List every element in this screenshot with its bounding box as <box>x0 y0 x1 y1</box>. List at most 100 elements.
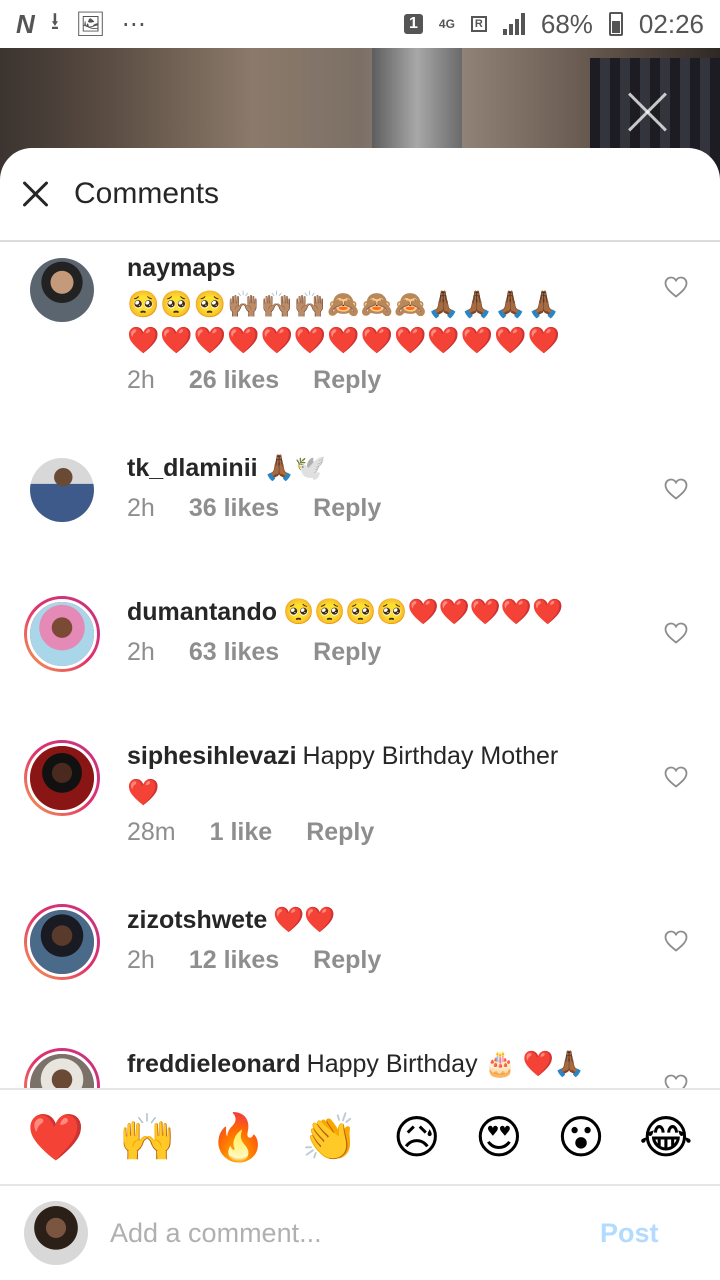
comment-time: 2h <box>127 366 155 394</box>
comment-meta: 2h 63 likes Reply <box>127 638 627 667</box>
fire-reaction-icon[interactable]: 🔥 <box>210 1114 267 1160</box>
heart-eyes-reaction-icon[interactable]: 😍 <box>475 1114 523 1160</box>
avatar-image <box>30 602 94 666</box>
surprised-reaction-icon[interactable]: 😮 <box>557 1114 605 1160</box>
comment-body: tk_dlaminii 🙏🏾🕊️ 2h 36 likes Reply <box>127 450 627 523</box>
comment-content: Happy Birthday Mother <box>302 742 559 770</box>
image-icon: 🖼 <box>75 10 106 38</box>
comment-time: 28m <box>127 818 176 846</box>
comment-emoji-line: 🥺🥺🥺🙌🏽🙌🏽🙌🏽🙈🙈🙈🙏🏾🙏🏾🙏🏾🙏🏾 <box>127 289 561 319</box>
like-heart-icon[interactable] <box>664 766 688 788</box>
comment-content: 🙏🏾🕊️ <box>263 454 326 482</box>
video-close-icon[interactable] <box>626 90 670 134</box>
comment-meta: 2h 36 likes Reply <box>127 494 627 523</box>
comment-time: 2h <box>127 494 155 522</box>
close-icon[interactable] <box>22 180 50 208</box>
comment-body: siphesihlevazi Happy Birthday Mother ❤️ 2… <box>127 738 627 847</box>
raised-hands-reaction-icon[interactable]: 🙌 <box>118 1114 175 1160</box>
reply-button[interactable]: Reply <box>313 366 381 395</box>
avatar-image <box>30 458 94 522</box>
more-dots-icon: ⋯ <box>121 10 146 38</box>
clock: 02:26 <box>638 8 704 39</box>
comment-content: 🥺🥺🥺🥺❤️❤️❤️❤️❤️ <box>283 598 564 626</box>
comment-username[interactable]: naymaps <box>127 254 235 282</box>
comment-text: dumantando 🥺🥺🥺🥺❤️❤️❤️❤️❤️ <box>127 594 627 630</box>
avatar-story-ring[interactable] <box>24 596 100 672</box>
comment-likes[interactable]: 12 likes <box>189 946 279 975</box>
post-button[interactable]: Post <box>600 1218 659 1249</box>
avatar <box>27 907 97 977</box>
comment-body: dumantando 🥺🥺🥺🥺❤️❤️❤️❤️❤️ 2h 63 likes Rep… <box>127 594 627 667</box>
laughing-reaction-icon[interactable]: 😂 <box>639 1114 693 1160</box>
comment-time: 2h <box>127 638 155 666</box>
avatar-story-ring[interactable] <box>24 904 100 980</box>
comment-body: freddieleonard Happy Birthday 🎂 ❤️🙏🏾 <box>127 1046 627 1082</box>
comment-body: naymaps 🥺🥺🥺🙌🏽🙌🏽🙌🏽🙈🙈🙈🙏🏾🙏🏾🙏🏾🙏🏾 ❤️❤️❤️❤️❤️❤… <box>127 250 627 395</box>
status-bar: N ⭳ 🖼 ⋯ 1 4G R 68% 02:26 <box>0 0 720 48</box>
clap-reaction-icon[interactable]: 👏 <box>301 1114 358 1160</box>
status-bar-left: N ⭳ 🖼 ⋯ <box>16 4 146 45</box>
like-heart-icon[interactable] <box>664 930 688 952</box>
comment-text: tk_dlaminii 🙏🏾🕊️ <box>127 450 627 486</box>
comment-content: Happy Birthday 🎂 ❤️🙏🏾 <box>306 1050 585 1078</box>
reply-button[interactable]: Reply <box>306 818 374 847</box>
like-heart-icon[interactable] <box>664 622 688 644</box>
comment-input[interactable] <box>110 1217 580 1249</box>
download-icon: ⭳ <box>50 7 60 35</box>
avatar-story-ring[interactable] <box>24 1048 100 1088</box>
sim-1-icon: 1 <box>404 14 423 34</box>
comment-username[interactable]: tk_dlaminii <box>127 454 258 482</box>
comment-body: zizotshwete ❤️❤️ 2h 12 likes Reply <box>127 902 627 975</box>
comment-likes[interactable]: 36 likes <box>189 494 279 523</box>
sheet-title: Comments <box>74 177 220 210</box>
reply-button[interactable]: Reply <box>313 946 381 975</box>
comment-meta: 28m 1 like Reply <box>127 818 627 847</box>
battery-percent: 68% <box>540 8 593 39</box>
like-heart-icon[interactable] <box>664 478 688 500</box>
like-heart-icon[interactable] <box>664 276 688 298</box>
current-user-avatar <box>24 1201 88 1265</box>
reply-button[interactable]: Reply <box>313 638 381 667</box>
sad-reaction-icon[interactable]: 😥 <box>393 1114 441 1160</box>
status-bar-right: 1 4G R 68% 02:26 <box>404 9 704 40</box>
comment-username[interactable]: zizotshwete <box>127 906 267 934</box>
comment-emoji-line: ❤️ <box>127 777 161 807</box>
4g-icon: 4G <box>438 16 455 31</box>
comment-text: siphesihlevazi Happy Birthday Mother <box>127 738 627 774</box>
avatar[interactable] <box>30 258 94 322</box>
avatar <box>27 743 97 813</box>
comments-sheet: Comments naymaps 🥺🥺🥺🙌🏽🙌🏽🙌🏽🙈🙈🙈🙏🏾🙏🏾🙏🏾🙏🏾 ❤️… <box>0 148 720 1280</box>
battery-icon <box>608 12 623 36</box>
comment-username[interactable]: dumantando <box>127 598 277 626</box>
avatar <box>27 1051 97 1088</box>
comment-text: zizotshwete ❤️❤️ <box>127 902 627 938</box>
avatar-image <box>30 258 94 322</box>
roaming-icon: R <box>470 16 487 32</box>
sheet-header: Comments <box>0 148 720 242</box>
comment-meta: 2h 26 likes Reply <box>127 366 627 395</box>
reply-button[interactable]: Reply <box>313 494 381 523</box>
comment-meta: 2h 12 likes Reply <box>127 946 627 975</box>
comment-likes[interactable]: 63 likes <box>189 638 279 667</box>
avatar-image <box>30 746 94 810</box>
comments-list: naymaps 🥺🥺🥺🙌🏽🙌🏽🙌🏽🙈🙈🙈🙏🏾🙏🏾🙏🏾🙏🏾 ❤️❤️❤️❤️❤️❤… <box>0 244 720 1088</box>
comment-composer: Post <box>0 1184 720 1280</box>
quick-reactions-bar: ❤️ 🙌 🔥 👏 😥 😍 😮 😂 <box>0 1088 720 1184</box>
comment-likes[interactable]: 26 likes <box>189 366 279 395</box>
avatar[interactable] <box>30 458 94 522</box>
comment-emoji-line: ❤️❤️❤️❤️❤️❤️❤️❤️❤️❤️❤️❤️❤️ <box>127 325 561 355</box>
comment-username[interactable]: siphesihlevazi <box>127 742 297 770</box>
signal-icon <box>502 13 525 35</box>
comment-text: naymaps <box>127 250 627 286</box>
avatar-image <box>30 910 94 974</box>
comment-likes[interactable]: 1 like <box>210 818 273 847</box>
avatar-story-ring[interactable] <box>24 740 100 816</box>
avatar <box>27 599 97 669</box>
n-icon: N <box>16 8 35 39</box>
comment-time: 2h <box>127 946 155 974</box>
avatar-image <box>24 1201 88 1265</box>
comment-username[interactable]: freddieleonard <box>127 1050 301 1078</box>
heart-reaction-icon[interactable]: ❤️ <box>27 1114 84 1160</box>
avatar-image <box>30 1054 94 1088</box>
like-heart-icon[interactable] <box>664 1074 688 1088</box>
